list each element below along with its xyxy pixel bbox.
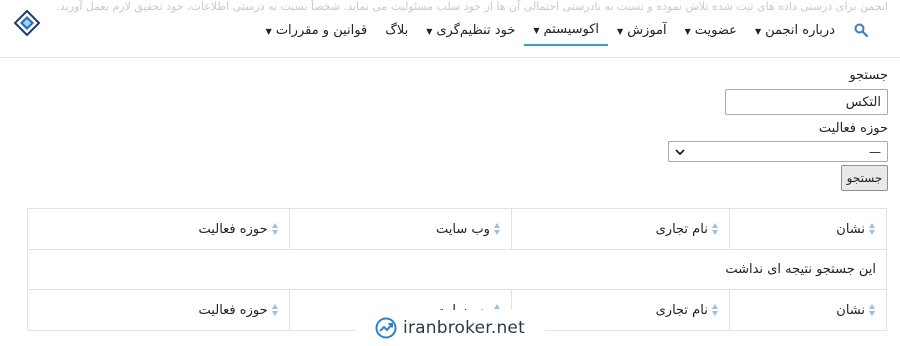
caret-down-icon: ▼ <box>533 25 540 35</box>
nav-item-blog[interactable]: بلاگ <box>376 15 417 46</box>
watermark: iranbroker.net <box>355 310 545 346</box>
nav-item-label: اکوسیستم <box>543 21 600 37</box>
sort-icon <box>271 223 279 235</box>
table-header-row: نشان نام تجاری وب سایت حوزه فعالیت <box>27 208 888 250</box>
nav-search[interactable] <box>852 21 870 39</box>
sort-icon <box>869 304 876 316</box>
logo-icon <box>13 9 41 37</box>
nav-item-ecosystem[interactable]: اکوسیستم ▼ <box>524 15 609 46</box>
search-button[interactable]: جستجو <box>841 165 888 191</box>
column-header-website[interactable]: وب سایت <box>288 208 512 250</box>
column-header-activity-field[interactable]: حوزه فعالیت <box>27 208 290 250</box>
sort-icon <box>711 223 719 235</box>
site-logo[interactable] <box>13 9 41 37</box>
sort-icon <box>493 223 501 235</box>
column-footer-activity-field[interactable]: حوزه فعالیت <box>27 289 290 331</box>
nav-item-about[interactable]: درباره انجمن ▼ <box>746 15 844 46</box>
search-icon <box>854 23 868 37</box>
column-footer-label: نشان <box>836 302 865 318</box>
nav-item-label: درباره انجمن <box>765 22 835 38</box>
main-nav: درباره انجمن ▼ عضویت ▼ آموزش ▼ اکوسیستم ▼ خو… <box>257 14 870 46</box>
sort-icon <box>711 304 719 316</box>
column-footer-label: حوزه فعالیت <box>198 302 268 318</box>
caret-down-icon: ▼ <box>684 26 691 36</box>
nav-item-self-regulation[interactable]: خود تنظیم‌گری ▼ <box>417 15 524 46</box>
nav-item-rules[interactable]: قوانین و مقررات ▼ <box>257 15 377 46</box>
watermark-text: iranbroker.net <box>403 318 525 338</box>
disclaimer-notice: انجمن برای درستی داده های ثبت شده تلاش ن… <box>56 0 888 13</box>
column-header-label: وب سایت <box>436 221 490 237</box>
column-header-label: نام تجاری <box>655 221 708 237</box>
nav-item-education[interactable]: آموزش ▼ <box>608 15 676 46</box>
nav-item-membership[interactable]: عضویت ▼ <box>676 15 746 46</box>
column-footer-label: نام تجاری <box>655 302 708 318</box>
column-header-brand-name[interactable]: نام تجاری <box>510 208 730 250</box>
search-label: جستجو <box>849 68 888 83</box>
sort-icon <box>271 304 279 316</box>
sort-icon <box>869 223 876 235</box>
trend-chart-icon <box>375 317 397 339</box>
nav-item-label: خود تنظیم‌گری <box>436 22 516 38</box>
empty-message: این جستجو نتیجه ای نداشت <box>27 249 887 290</box>
column-header-label: حوزه فعالیت <box>198 221 268 237</box>
chevron-down-icon <box>675 148 685 155</box>
nav-item-label: آموزش <box>627 22 667 38</box>
header-divider <box>0 57 900 58</box>
empty-row: این جستجو نتیجه ای نداشت <box>27 249 887 290</box>
activity-field-label: حوزه فعالیت <box>818 121 888 136</box>
nav-item-label: قوانین و مقررات <box>275 22 368 38</box>
activity-field-select[interactable]: — <box>668 141 888 162</box>
nav-item-label: بلاگ <box>385 22 409 38</box>
column-header-label: نشان <box>836 221 865 237</box>
caret-down-icon: ▼ <box>265 26 272 36</box>
select-value: — <box>869 144 881 159</box>
column-footer-logo[interactable]: نشان <box>728 289 888 331</box>
caret-down-icon: ▼ <box>426 26 433 36</box>
caret-down-icon: ▼ <box>617 26 624 36</box>
column-header-logo[interactable]: نشان <box>728 208 888 250</box>
search-input[interactable] <box>725 89 888 115</box>
nav-item-label: عضویت <box>694 22 737 38</box>
caret-down-icon: ▼ <box>754 26 762 36</box>
